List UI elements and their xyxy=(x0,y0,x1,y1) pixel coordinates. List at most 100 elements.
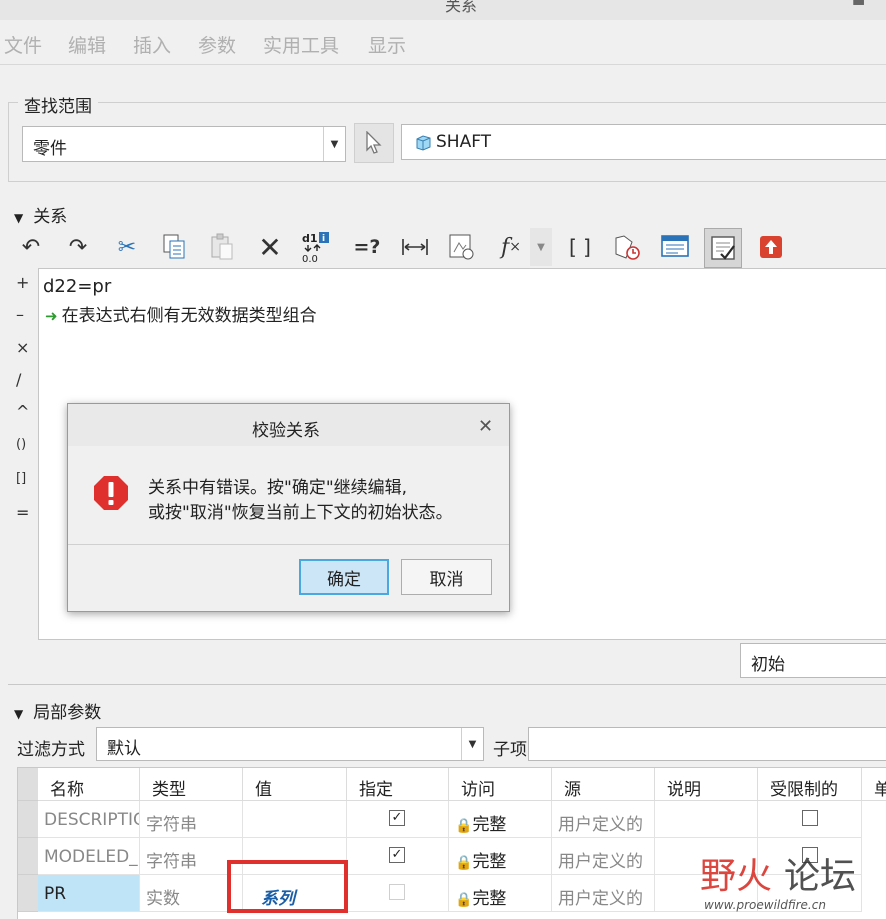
table-cell-name[interactable]: PR xyxy=(38,875,140,912)
undo-icon[interactable]: ↶ xyxy=(14,228,48,266)
lock-icon: 🔒 xyxy=(455,855,473,871)
lock-icon: 🔒 xyxy=(455,892,473,908)
dialog-message-line1: 关系中有错误。按"确定"继续编辑, xyxy=(148,478,408,498)
designate-checkbox[interactable] xyxy=(389,884,405,900)
watermark-logo: 野火 论坛 www.proewildfire.cn xyxy=(700,856,856,912)
minimize-button[interactable]: ▬ xyxy=(852,0,865,10)
row-selector[interactable] xyxy=(18,875,38,912)
table-cell-designate: ✓ xyxy=(347,801,449,838)
function-icon[interactable]: f × xyxy=(494,228,528,266)
table-cell-access[interactable]: 🔒完整 xyxy=(449,801,552,838)
delete-icon[interactable]: ✕ xyxy=(253,228,287,266)
close-icon[interactable]: ✕ xyxy=(478,416,493,437)
units-select-value: 初始 xyxy=(751,655,785,675)
filter-select-value: 默认 xyxy=(107,739,141,759)
collapse-triangle-icon: ▼ xyxy=(14,707,24,721)
svg-text:i: i xyxy=(322,234,325,244)
function-dropdown-chevron-icon[interactable]: ▼ xyxy=(530,228,552,266)
menu-utilities[interactable]: 实用工具 xyxy=(263,31,339,58)
sort-relations-icon[interactable] xyxy=(445,228,479,266)
model-name-field[interactable]: SHAFT xyxy=(401,124,886,160)
export-up-icon[interactable] xyxy=(754,228,788,266)
column-header-description[interactable]: 说明 xyxy=(655,768,758,801)
table-cell-type[interactable]: 字符串 xyxy=(140,801,243,838)
cancel-button[interactable]: 取消 xyxy=(401,559,492,595)
select-model-button[interactable] xyxy=(354,123,394,163)
execute-icon[interactable] xyxy=(610,228,644,266)
ok-button[interactable]: 确定 xyxy=(299,559,389,595)
menu-insert[interactable]: 插入 xyxy=(133,31,171,58)
part-cube-icon xyxy=(416,135,431,151)
dialog-divider xyxy=(68,544,509,545)
relation-error-line[interactable]: ➜ 在表达式右侧有无效数据类型组合 xyxy=(45,301,317,326)
lock-icon: 🔒 xyxy=(455,818,473,834)
insert-dimension-icon[interactable] xyxy=(398,228,432,266)
table-cell-value[interactable] xyxy=(243,801,347,838)
chevron-down-icon[interactable]: ▼ xyxy=(461,728,483,760)
column-header-name[interactable]: 名称 xyxy=(38,768,140,801)
table-cell-name[interactable]: MODELED_ xyxy=(38,838,140,875)
verify-icon[interactable] xyxy=(658,228,692,266)
verify-relations-dialog: 校验关系 ✕ 关系中有错误。按"确定"继续编辑, 或按"取消"恢复当前上下文的初… xyxy=(67,403,510,612)
show-errors-icon[interactable] xyxy=(704,228,742,268)
op-minus[interactable]: – xyxy=(16,305,24,324)
designate-checkbox[interactable]: ✓ xyxy=(389,847,405,863)
op-divide[interactable]: / xyxy=(16,370,21,389)
scope-select-value: 零件 xyxy=(33,139,67,159)
redo-icon[interactable]: ↷ xyxy=(61,228,95,266)
designate-checkbox[interactable]: ✓ xyxy=(389,810,405,826)
evaluate-icon[interactable]: =? xyxy=(350,228,384,266)
error-octagon-icon xyxy=(94,476,128,510)
brackets-icon[interactable]: [ ] xyxy=(563,228,597,266)
relations-section-header[interactable]: ▼ 关系 xyxy=(14,202,67,227)
svg-text:0.0: 0.0 xyxy=(302,254,318,264)
column-header-restricted[interactable]: 受限制的 xyxy=(758,768,862,801)
table-cell-description[interactable] xyxy=(655,801,758,838)
section-divider xyxy=(8,684,886,685)
cut-icon[interactable]: ✂ xyxy=(110,228,144,266)
op-power[interactable]: ^ xyxy=(16,402,29,421)
restricted-checkbox[interactable] xyxy=(802,810,818,826)
toggle-symbols-icon[interactable]: d1 i 0.0 xyxy=(299,228,333,266)
op-brackets[interactable]: [] xyxy=(16,471,26,486)
menu-parameters[interactable]: 参数 xyxy=(198,31,236,58)
local-params-section-header[interactable]: ▼ 局部参数 xyxy=(14,698,101,723)
dialog-message-line2: 或按"取消"恢复当前上下文的初始状态。 xyxy=(148,503,453,523)
column-header-unit[interactable]: 单 xyxy=(862,768,886,801)
menu-bar: 文件 编辑 插入 参数 实用工具 显示 xyxy=(0,28,886,60)
local-params-title: 局部参数 xyxy=(33,703,102,723)
column-header-value[interactable]: 值 xyxy=(243,768,347,801)
row-selector[interactable] xyxy=(18,801,38,838)
column-header-source[interactable]: 源 xyxy=(552,768,655,801)
menu-display[interactable]: 显示 xyxy=(368,31,406,58)
menu-file[interactable]: 文件 xyxy=(4,31,42,58)
column-header-access[interactable]: 访问 xyxy=(449,768,552,801)
table-cell-source[interactable]: 用户定义的 xyxy=(552,801,655,838)
collapse-triangle-icon: ▼ xyxy=(14,211,24,225)
table-cell-source[interactable]: 用户定义的 xyxy=(552,838,655,875)
op-parentheses[interactable]: () xyxy=(16,437,26,452)
chevron-down-icon[interactable]: ▼ xyxy=(323,127,345,161)
copy-icon[interactable] xyxy=(157,228,191,266)
subitem-select[interactable] xyxy=(528,727,886,761)
column-header-designate[interactable]: 指定 xyxy=(347,768,449,801)
relation-line[interactable]: d22=pr xyxy=(43,276,111,297)
table-cell-access[interactable]: 🔒完整 xyxy=(449,838,552,875)
column-header-type[interactable]: 类型 xyxy=(140,768,243,801)
table-corner xyxy=(18,768,38,801)
menu-edit[interactable]: 编辑 xyxy=(68,31,106,58)
scope-select[interactable]: 零件 ▼ xyxy=(22,126,346,162)
op-multiply[interactable]: × xyxy=(16,338,29,357)
paste-icon[interactable] xyxy=(205,228,239,266)
op-equals[interactable]: = xyxy=(16,503,29,522)
table-cell-name[interactable]: DESCRIPTIO xyxy=(38,801,140,838)
table-cell-designate xyxy=(347,875,449,912)
units-select[interactable]: 初始 xyxy=(740,643,886,678)
filter-select[interactable]: 默认 ▼ xyxy=(96,727,484,761)
table-cell-source[interactable]: 用户定义的 xyxy=(552,875,655,912)
table-cell-access[interactable]: 🔒完整 xyxy=(449,875,552,912)
find-scope-legend: 查找范围 xyxy=(18,92,98,117)
op-plus[interactable]: + xyxy=(16,273,29,292)
filter-label: 过滤方式 xyxy=(17,740,85,760)
row-selector[interactable] xyxy=(18,838,38,875)
